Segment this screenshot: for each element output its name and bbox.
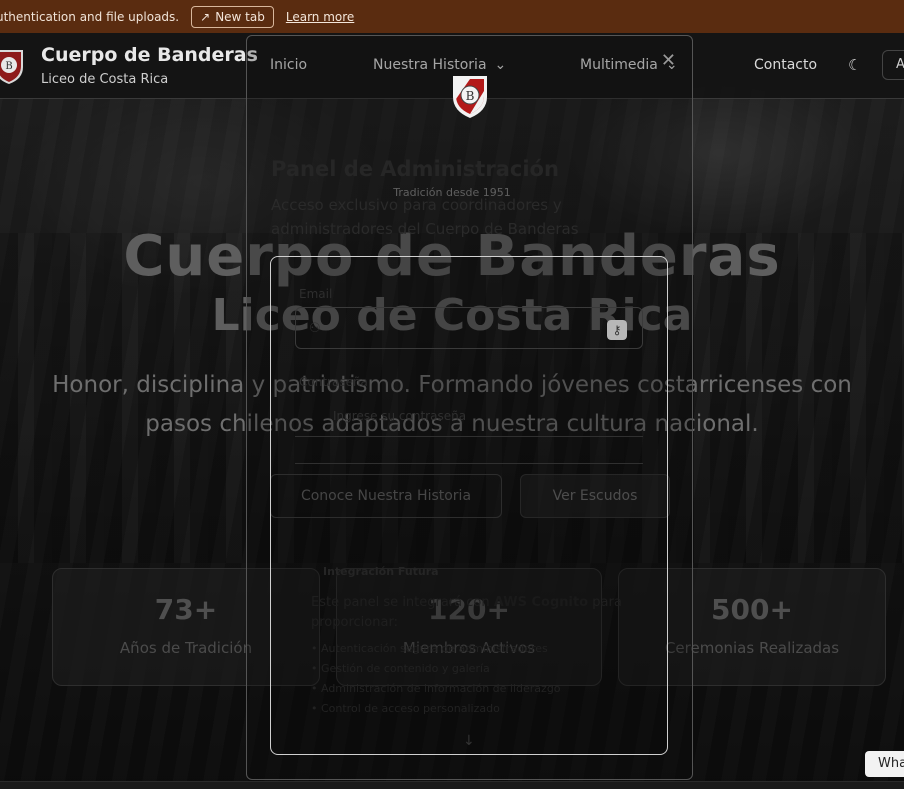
user-icon: ⚇: [309, 321, 321, 336]
external-link-icon: ↗: [200, 9, 211, 24]
feature-list: • Autenticación segura de administradore…: [311, 639, 631, 719]
login-button[interactable]: [295, 463, 643, 503]
nav-label: Contacto: [754, 57, 818, 73]
list-item: • Administración de información de lider…: [311, 682, 561, 695]
email-field[interactable]: [295, 307, 643, 349]
integration-text: Este panel se integrará con AWS Cognito …: [311, 595, 622, 630]
svg-text:B: B: [466, 89, 475, 103]
integration-title: Integración Futura: [323, 565, 439, 578]
nav-contacto[interactable]: Contacto: [754, 57, 817, 73]
moon-icon[interactable]: ☾: [848, 56, 866, 74]
floating-help-button[interactable]: Wha: [865, 751, 904, 777]
password-placeholder: Ingrese su contraseña: [333, 409, 467, 423]
shield-logo-icon: B: [453, 76, 487, 118]
language-toggle[interactable]: A: [882, 50, 904, 80]
email-label: Email: [299, 287, 333, 301]
crest-logo-icon[interactable]: B: [0, 47, 26, 85]
top-banner: uthentication and file uploads. ↗ New ta…: [0, 0, 904, 33]
bottom-bar: [0, 781, 904, 789]
new-tab-label: New tab: [215, 9, 265, 24]
new-tab-button[interactable]: ↗ New tab: [191, 5, 274, 28]
learn-more-link[interactable]: Learn more: [286, 10, 354, 24]
key-icon[interactable]: ⚷: [607, 320, 627, 340]
brand-subtitle: Liceo de Costa Rica: [41, 72, 169, 87]
list-item: • Autenticación segura de administradore…: [311, 642, 548, 655]
banner-text: uthentication and file uploads.: [0, 9, 180, 24]
modal-description: Acceso exclusivo para coordinadores y ad…: [271, 196, 579, 238]
modal-title: Panel de Administración: [271, 157, 559, 181]
login-card: Email ⚇ ⚷ Contraseña Ingrese su contrase…: [270, 256, 668, 755]
brand-title[interactable]: Cuerpo de Banderas: [41, 44, 258, 66]
close-icon[interactable]: ✕: [661, 50, 676, 71]
list-item: • Gestión de contenido y galería: [311, 662, 490, 675]
list-item: • Control de acceso personalizado: [311, 702, 500, 715]
svg-text:B: B: [5, 61, 12, 72]
arrow-down-icon[interactable]: ↓: [463, 733, 475, 749]
password-label: Contraseña: [299, 375, 368, 389]
